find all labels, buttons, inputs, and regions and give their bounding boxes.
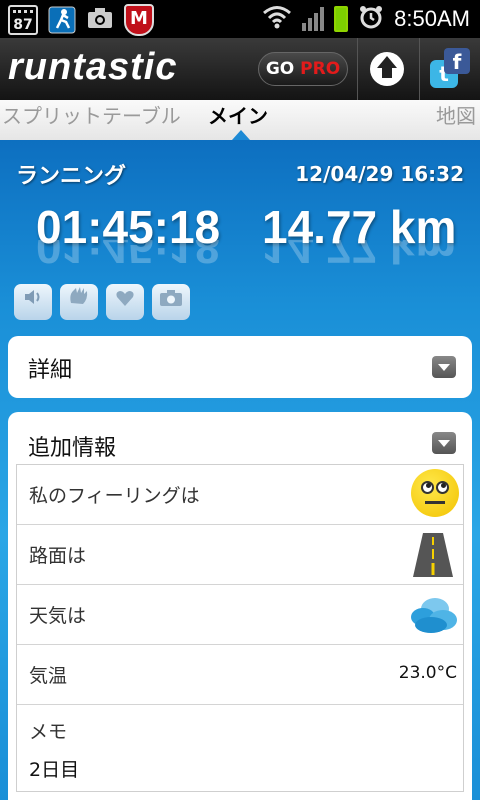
cloudy-weather-icon xyxy=(407,595,459,635)
memo-value: 2日目 xyxy=(29,759,80,781)
runner-notification-icon xyxy=(48,6,76,34)
surface-label: 路面は xyxy=(29,545,87,567)
signal-icon xyxy=(302,7,325,31)
facebook-icon: f xyxy=(444,48,470,74)
memo-label: メモ xyxy=(29,721,68,743)
road-icon xyxy=(411,531,455,579)
temperature-label: 気温 xyxy=(29,665,68,687)
additional-info-collapse-icon[interactable] xyxy=(432,432,456,454)
wifi-icon xyxy=(262,5,292,33)
voice-feedback-icon[interactable] xyxy=(14,284,52,320)
alarm-icon xyxy=(358,4,384,34)
heart-rate-icon[interactable] xyxy=(106,284,144,320)
session-panel: ランニング 12/04/29 16:32 01:45:18 14.77 km 0… xyxy=(0,140,480,800)
active-tab-pointer xyxy=(232,130,250,140)
photo-camera-icon[interactable] xyxy=(152,284,190,320)
additional-info-list: 私のフィーリングは 路面は 天気は 気温 23.0°C メモ 2日目 xyxy=(16,464,464,792)
upload-button[interactable] xyxy=(358,38,418,100)
details-title: 詳細 xyxy=(28,358,73,383)
battery-icon xyxy=(334,6,349,32)
tab-split-table[interactable]: スプリットテーブル xyxy=(2,102,181,130)
go-pro-label-pro: PRO xyxy=(300,59,341,79)
additional-info-card: 追加情報 私のフィーリングは 路面は 天気は 気温 23.0°C メモ 2日目 xyxy=(8,412,472,800)
temperature-row[interactable]: 気温 23.0°C xyxy=(17,645,463,705)
distance-reflection: 14.77 km xyxy=(262,240,457,273)
duration-reflection: 01:45:18 xyxy=(36,240,221,273)
runtastic-logo: runtastic xyxy=(8,46,178,88)
memo-row[interactable]: メモ 2日目 xyxy=(17,705,463,791)
cheering-icon[interactable] xyxy=(60,284,98,320)
feeling-label: 私のフィーリングは xyxy=(29,485,200,507)
activity-type: ランニング xyxy=(16,164,127,189)
session-datetime: 12/04/29 16:32 xyxy=(295,162,464,186)
surface-row[interactable]: 路面は xyxy=(17,525,463,585)
calendar-icon: 87 xyxy=(8,5,38,35)
weather-label: 天気は xyxy=(29,605,87,627)
details-expand-icon[interactable] xyxy=(432,356,456,378)
upload-icon xyxy=(370,52,404,86)
app-header: runtastic GO PRO t f xyxy=(0,38,480,100)
share-button[interactable]: t f xyxy=(420,38,480,100)
session-actions xyxy=(14,284,190,320)
feeling-smiley-icon xyxy=(411,469,459,517)
go-pro-label-go: GO xyxy=(265,59,295,79)
weather-row[interactable]: 天気は xyxy=(17,585,463,645)
status-bar: 87 M 8:50AM xyxy=(0,0,480,38)
additional-info-title: 追加情報 xyxy=(28,436,117,461)
camera-icon xyxy=(86,6,114,34)
feeling-row[interactable]: 私のフィーリングは xyxy=(17,465,463,525)
tab-map[interactable]: 地図 xyxy=(436,102,476,130)
details-card[interactable]: 詳細 xyxy=(8,336,472,398)
tab-main[interactable]: メイン xyxy=(208,102,268,130)
mcafee-icon: M xyxy=(124,4,154,36)
temperature-value: 23.0°C xyxy=(398,663,457,683)
status-time: 8:50AM xyxy=(394,6,470,31)
go-pro-button[interactable]: GO PRO xyxy=(258,52,348,86)
